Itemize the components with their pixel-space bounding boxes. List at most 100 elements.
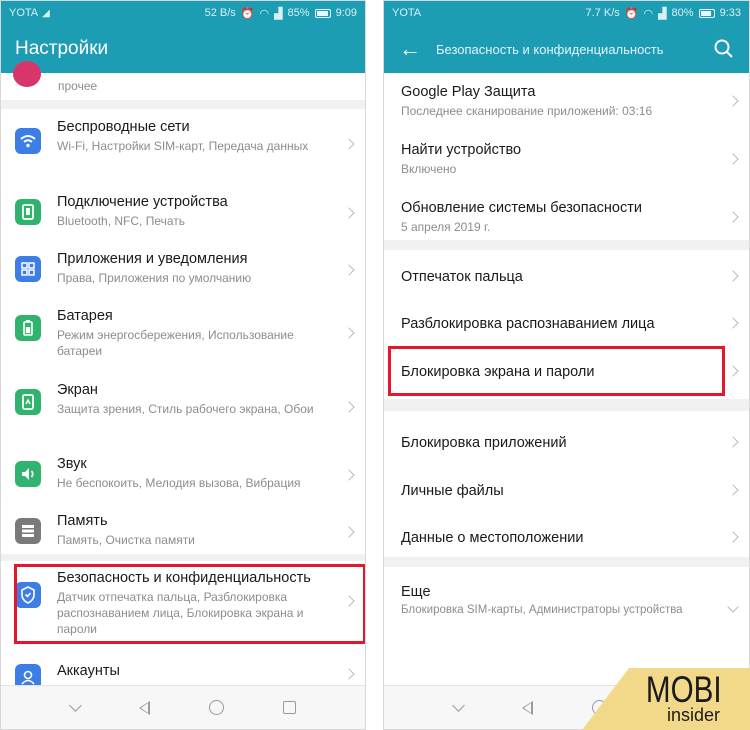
chevron-right-icon <box>343 668 355 680</box>
security-item-app-lock[interactable]: Блокировка приложений <box>384 434 749 452</box>
item-title: Батарея <box>57 308 113 324</box>
signal-icon: ▟ <box>658 7 667 20</box>
section-divider <box>384 557 749 567</box>
recents-nav-icon[interactable] <box>282 701 296 714</box>
item-subtitle: Блокировка SIM-карты, Администраторы уст… <box>401 604 683 616</box>
signal-icon: ▟ <box>274 7 283 20</box>
highlight-frame <box>388 346 725 396</box>
carrier-label: YOTA <box>9 7 39 19</box>
security-item-security-update[interactable]: Обновление системы безопасности 5 апреля… <box>384 199 749 235</box>
collapse-nav-icon[interactable] <box>68 698 82 712</box>
security-item-private-files[interactable]: Личные файлы <box>384 482 749 500</box>
item-title: Приложения и уведомления <box>57 251 248 267</box>
item-title: Беспроводные сети <box>57 119 190 135</box>
chevron-right-icon <box>343 264 355 276</box>
battery-percent: 85% <box>287 7 310 19</box>
display-icon <box>15 389 41 415</box>
chevron-right-icon <box>727 95 739 107</box>
item-subtitle: Wi-Fi, Настройки SIM-карт, Передача данн… <box>57 139 309 153</box>
settings-item-display[interactable]: Экран Защита зрения, Стиль рабочего экра… <box>1 381 365 417</box>
clock: 9:33 <box>719 7 741 19</box>
battery-percent: 80% <box>671 7 694 19</box>
page-title: Настройки <box>15 38 109 59</box>
page-title: Безопасность и конфиденциальность <box>436 41 664 57</box>
item-title: Еще <box>401 584 431 600</box>
settings-item-wireless[interactable]: Беспроводные сети Wi-Fi, Настройки SIM-к… <box>1 118 365 154</box>
settings-screen: YOTA ◢ 52 B/s ⏰ ◠ ▟ 85% 9:09 Настройки п… <box>0 0 366 730</box>
item-subtitle: Не беспокоить, Мелодия вызова, Вибрация <box>57 476 301 490</box>
security-item-location[interactable]: Данные о местоположении <box>384 529 749 547</box>
item-title: Разблокировка распознаванием лица <box>401 316 655 332</box>
storage-icon <box>15 518 41 544</box>
security-item-more[interactable]: Еще Блокировка SIM-карты, Администраторы… <box>384 583 749 618</box>
chevron-right-icon <box>727 531 739 543</box>
security-screen: YOTA 7.7 K/s ⏰ ◠ ▟ 80% 9:33 ← Безопаснос… <box>383 0 750 730</box>
security-item-fingerprint[interactable]: Отпечаток пальца <box>384 268 749 286</box>
settings-item-device-connection[interactable]: Подключение устройства Bluetooth, NFC, П… <box>1 193 365 229</box>
app-bar: ← Безопасность и конфиденциальность <box>384 25 749 73</box>
chevron-right-icon <box>343 469 355 481</box>
section-divider <box>1 554 365 561</box>
item-subtitle: Bluetooth, NFC, Печать <box>57 214 186 228</box>
mobi-insider-logo: MOBI insider <box>582 668 750 730</box>
chevron-right-icon <box>343 526 355 538</box>
collapse-nav-icon[interactable] <box>451 698 465 712</box>
security-item-find-device[interactable]: Найти устройство Включено <box>384 141 749 177</box>
app-bar: Настройки <box>1 25 365 73</box>
chevron-right-icon <box>727 153 739 165</box>
item-title: Обновление системы безопасности <box>401 200 642 216</box>
item-subtitle: Права, Приложения по умолчанию <box>57 271 252 285</box>
search-icon[interactable] <box>713 38 735 60</box>
section-divider <box>384 399 749 411</box>
item-subtitle: 5 апреля 2019 г. <box>401 220 491 234</box>
item-subtitle: Защита зрения, Стиль рабочего экрана, Об… <box>57 402 314 416</box>
sound-icon <box>15 461 41 487</box>
navigation-bar <box>1 685 365 729</box>
section-divider <box>1 100 365 109</box>
partial-item[interactable]: прочее <box>1 61 365 99</box>
clock: 9:09 <box>335 7 357 19</box>
network-speed: 52 B/s <box>204 7 236 19</box>
back-nav-icon[interactable] <box>138 700 150 715</box>
item-title: Данные о местоположении <box>401 530 584 546</box>
logo-tagline: insider <box>666 705 720 725</box>
item-title: Личные файлы <box>401 483 504 499</box>
settings-item-sound[interactable]: Звук Не беспокоить, Мелодия вызова, Вибр… <box>1 455 365 491</box>
settings-item-storage[interactable]: Память Память, Очистка памяти <box>1 512 365 548</box>
security-item-play-protect[interactable]: Google Play Защита Последнее сканировани… <box>384 83 749 119</box>
item-subtitle: Режим энергосбережения, Использование ба… <box>57 328 294 358</box>
item-title: Найти устройство <box>401 142 522 158</box>
back-arrow-icon[interactable]: ← <box>398 36 422 62</box>
chevron-down-icon <box>727 601 739 613</box>
item-subtitle: Последнее сканирование приложений: 03:16 <box>401 104 653 118</box>
item-title: Блокировка приложений <box>401 435 567 451</box>
item-title: Подключение устройства <box>57 194 228 210</box>
wifi-status-icon: ◠ <box>259 7 270 20</box>
battery-status-icon <box>314 8 331 18</box>
settings-item-apps[interactable]: Приложения и уведомления Права, Приложен… <box>1 250 365 286</box>
battery-icon <box>15 315 41 341</box>
chevron-right-icon <box>727 436 739 448</box>
highlight-frame <box>14 564 365 644</box>
back-nav-icon[interactable] <box>521 700 533 715</box>
chevron-right-icon <box>727 365 739 377</box>
partial-item-subtitle: прочее <box>58 79 98 93</box>
partial-item-icon <box>13 61 41 87</box>
status-bar: YOTA ◢ 52 B/s ⏰ ◠ ▟ 85% 9:09 <box>1 1 365 25</box>
chevron-right-icon <box>343 138 355 150</box>
section-divider <box>384 240 749 250</box>
apps-grid-icon <box>15 256 41 282</box>
status-bar: YOTA 7.7 K/s ⏰ ◠ ▟ 80% 9:33 <box>384 1 749 25</box>
chevron-right-icon <box>727 484 739 496</box>
chevron-right-icon <box>727 211 739 223</box>
settings-item-battery[interactable]: Батарея Режим энергосбережения, Использо… <box>1 307 365 359</box>
home-nav-icon[interactable] <box>208 700 224 715</box>
chevron-right-icon <box>727 270 739 282</box>
alarm-icon: ⏰ <box>624 7 639 20</box>
network-speed: 7.7 K/s <box>585 7 620 19</box>
security-item-face-unlock[interactable]: Разблокировка распознаванием лица <box>384 315 749 333</box>
item-title: Экран <box>57 382 98 398</box>
item-title: Аккаунты <box>57 663 120 679</box>
item-subtitle: Память, Очистка памяти <box>57 533 195 547</box>
alarm-icon: ⏰ <box>240 7 255 20</box>
